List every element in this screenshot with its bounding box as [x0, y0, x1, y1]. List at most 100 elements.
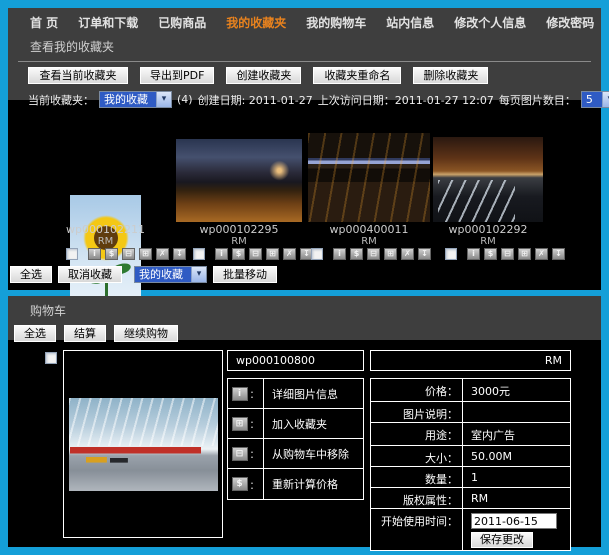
move-target-select[interactable]: 我的收藏 ▾ [134, 266, 207, 283]
page-title: 查看我的收藏夹 [30, 38, 601, 55]
info-icon[interactable]: i [215, 248, 228, 260]
download-icon[interactable]: ↧ [552, 248, 565, 260]
cart-item-details: 价格： 3000元 图片说明： 用途： 室内广告 大小： 50.00M 数量： … [370, 378, 571, 551]
thumbnail-night-street-photo[interactable] [308, 133, 430, 222]
cart-icon[interactable]: ⊟ [249, 248, 262, 260]
detail-label: 大小： [371, 446, 463, 466]
detail-value: 50.00M [463, 446, 570, 466]
cart-icon[interactable]: ⊟ [501, 248, 514, 260]
action-remove-from-cart[interactable]: 从购物车中移除 [264, 439, 349, 468]
start-date-input[interactable] [471, 513, 557, 529]
action-detail-info[interactable]: 详细图片信息 [264, 379, 338, 408]
nav-item-change-password[interactable]: 修改密码 [546, 14, 594, 31]
cart-item-image-cell [63, 350, 223, 538]
last-visit-date: 上次访问日期：2011-01-27 12:07 [318, 92, 494, 108]
delete-icon[interactable]: ✗ [401, 248, 414, 260]
favorites-info-row: 当前收藏夹： 我的收藏 ▾ (4) 创建日期: 2011-01-27 上次访问日… [28, 91, 587, 108]
nav-item-my-cart[interactable]: 我的购物车 [306, 14, 366, 31]
save-changes-button[interactable]: 保存更改 [471, 532, 533, 548]
price-icon[interactable]: $ [350, 248, 363, 260]
nav-item-messages[interactable]: 站内信息 [386, 14, 434, 31]
remove-favorite-button[interactable]: 取消收藏 [58, 266, 122, 283]
delete-icon[interactable]: ✗ [535, 248, 548, 260]
per-page-select[interactable]: 5 ▾ [581, 91, 609, 108]
info-icon[interactable]: i [88, 248, 101, 260]
view-current-favorites-button[interactable]: 查看当前收藏夹 [28, 67, 128, 84]
nav-item-purchased[interactable]: 已购商品 [158, 14, 206, 31]
info-icon[interactable]: i [467, 248, 480, 260]
divider [18, 61, 591, 62]
detail-row-size: 大小： 50.00M [371, 446, 570, 467]
image-id: wp000102211 [50, 224, 161, 236]
thumbnail-checkbox[interactable] [193, 248, 205, 260]
thumbnail-airport-road-photo[interactable] [433, 137, 543, 222]
collection-icon[interactable]: ⊞ [266, 248, 279, 260]
cart-panel: 购物车 全选 结算 继续购物 wp000100800 i ： 详细图片信息 ⊞ … [8, 296, 601, 547]
action-add-to-favorites[interactable]: 加入收藏夹 [264, 409, 327, 438]
info-icon[interactable]: i [333, 248, 346, 260]
chevron-down-icon: ▾ [602, 92, 609, 107]
action-row: i ： 详细图片信息 [228, 379, 363, 409]
detail-value: 室内广告 [463, 423, 570, 445]
favorites-footer: 全选 取消收藏 我的收藏 ▾ 批量移动 [10, 266, 277, 283]
collection-icon[interactable]: ⊞ [139, 248, 152, 260]
thumbnail-checkbox[interactable] [66, 248, 78, 260]
thumbnail-caption: wp000102211 RM [50, 224, 161, 248]
download-icon[interactable]: ↧ [418, 248, 431, 260]
detail-row-usage: 用途： 室内广告 [371, 423, 570, 446]
cart-item-photo[interactable] [69, 398, 218, 491]
checkout-button[interactable]: 结算 [64, 325, 106, 342]
image-id: wp000102292 [433, 224, 543, 236]
detail-value: 1 [463, 467, 570, 487]
action-row: ⊞ ： 加入收藏夹 [228, 409, 363, 439]
license-badge: RM [433, 236, 543, 248]
collection-icon[interactable]: ⊞ [518, 248, 531, 260]
nav-item-orders-downloads[interactable]: 订单和下载 [78, 14, 138, 31]
rename-favorites-button[interactable]: 收藏夹重命名 [313, 67, 401, 84]
price-icon[interactable]: $ [232, 477, 248, 491]
nav-item-edit-profile[interactable]: 修改个人信息 [454, 14, 526, 31]
cart-icon[interactable]: ⊟ [367, 248, 380, 260]
chevron-down-icon: ▾ [191, 267, 206, 282]
price-icon[interactable]: $ [232, 248, 245, 260]
delete-icon[interactable]: ✗ [156, 248, 169, 260]
detail-label: 开始使用时间： [371, 509, 463, 550]
thumbnail-action-strip: i $ ⊟ ⊞ ✗ ↧ [445, 248, 565, 260]
cart-icon[interactable]: ⊟ [232, 447, 248, 461]
collection-icon[interactable]: ⊞ [384, 248, 397, 260]
action-row: $ ： 重新计算价格 [228, 469, 363, 499]
cart-header-area: 购物车 全选 结算 继续购物 [8, 296, 601, 340]
nav-item-home[interactable]: 首 页 [30, 14, 58, 31]
thumbnail-airport-dusk-photo[interactable] [176, 139, 302, 222]
continue-shopping-button[interactable]: 继续购物 [114, 325, 178, 342]
thumbnail-checkbox[interactable] [311, 248, 323, 260]
favorites-toolbar: 查看当前收藏夹 导出到PDF 创建收藏夹 收藏夹重命名 删除收藏夹 [28, 67, 601, 84]
download-icon[interactable]: ↧ [173, 248, 186, 260]
cart-item-actions: i ： 详细图片信息 ⊞ ： 加入收藏夹 ⊟ ： 从购物车中移除 $ ： 重新计… [227, 378, 364, 500]
thumbnail-checkbox[interactable] [445, 248, 457, 260]
batch-move-button[interactable]: 批量移动 [213, 266, 277, 283]
create-favorites-button[interactable]: 创建收藏夹 [226, 67, 301, 84]
price-icon[interactable]: $ [105, 248, 118, 260]
detail-label: 版权属性： [371, 488, 463, 508]
action-recalculate-price[interactable]: 重新计算价格 [264, 469, 338, 499]
nav-item-my-favorites[interactable]: 我的收藏夹 [226, 14, 286, 31]
detail-value: RM [463, 488, 570, 508]
delete-icon[interactable]: ✗ [283, 248, 296, 260]
delete-favorites-button[interactable]: 删除收藏夹 [413, 67, 488, 84]
price-icon[interactable]: $ [484, 248, 497, 260]
collection-icon[interactable]: ⊞ [232, 417, 248, 431]
cart-icon[interactable]: ⊟ [122, 248, 135, 260]
main-nav: 首 页 订单和下载 已购商品 我的收藏夹 我的购物车 站内信息 修改个人信息 修… [8, 8, 601, 31]
detail-row-license: 版权属性： RM [371, 488, 570, 509]
detail-row-quantity: 数量： 1 [371, 467, 570, 488]
cart-item-checkbox[interactable] [45, 352, 57, 364]
select-all-button[interactable]: 全选 [10, 266, 52, 283]
cart-select-all-button[interactable]: 全选 [14, 325, 56, 342]
thumbnail-caption: wp000102295 RM [176, 224, 302, 248]
export-pdf-button[interactable]: 导出到PDF [140, 67, 214, 84]
detail-label: 价格： [371, 379, 463, 401]
info-icon[interactable]: i [232, 387, 248, 401]
collection-select-value: 我的收藏 [100, 92, 156, 107]
collection-select[interactable]: 我的收藏 ▾ [99, 91, 172, 108]
